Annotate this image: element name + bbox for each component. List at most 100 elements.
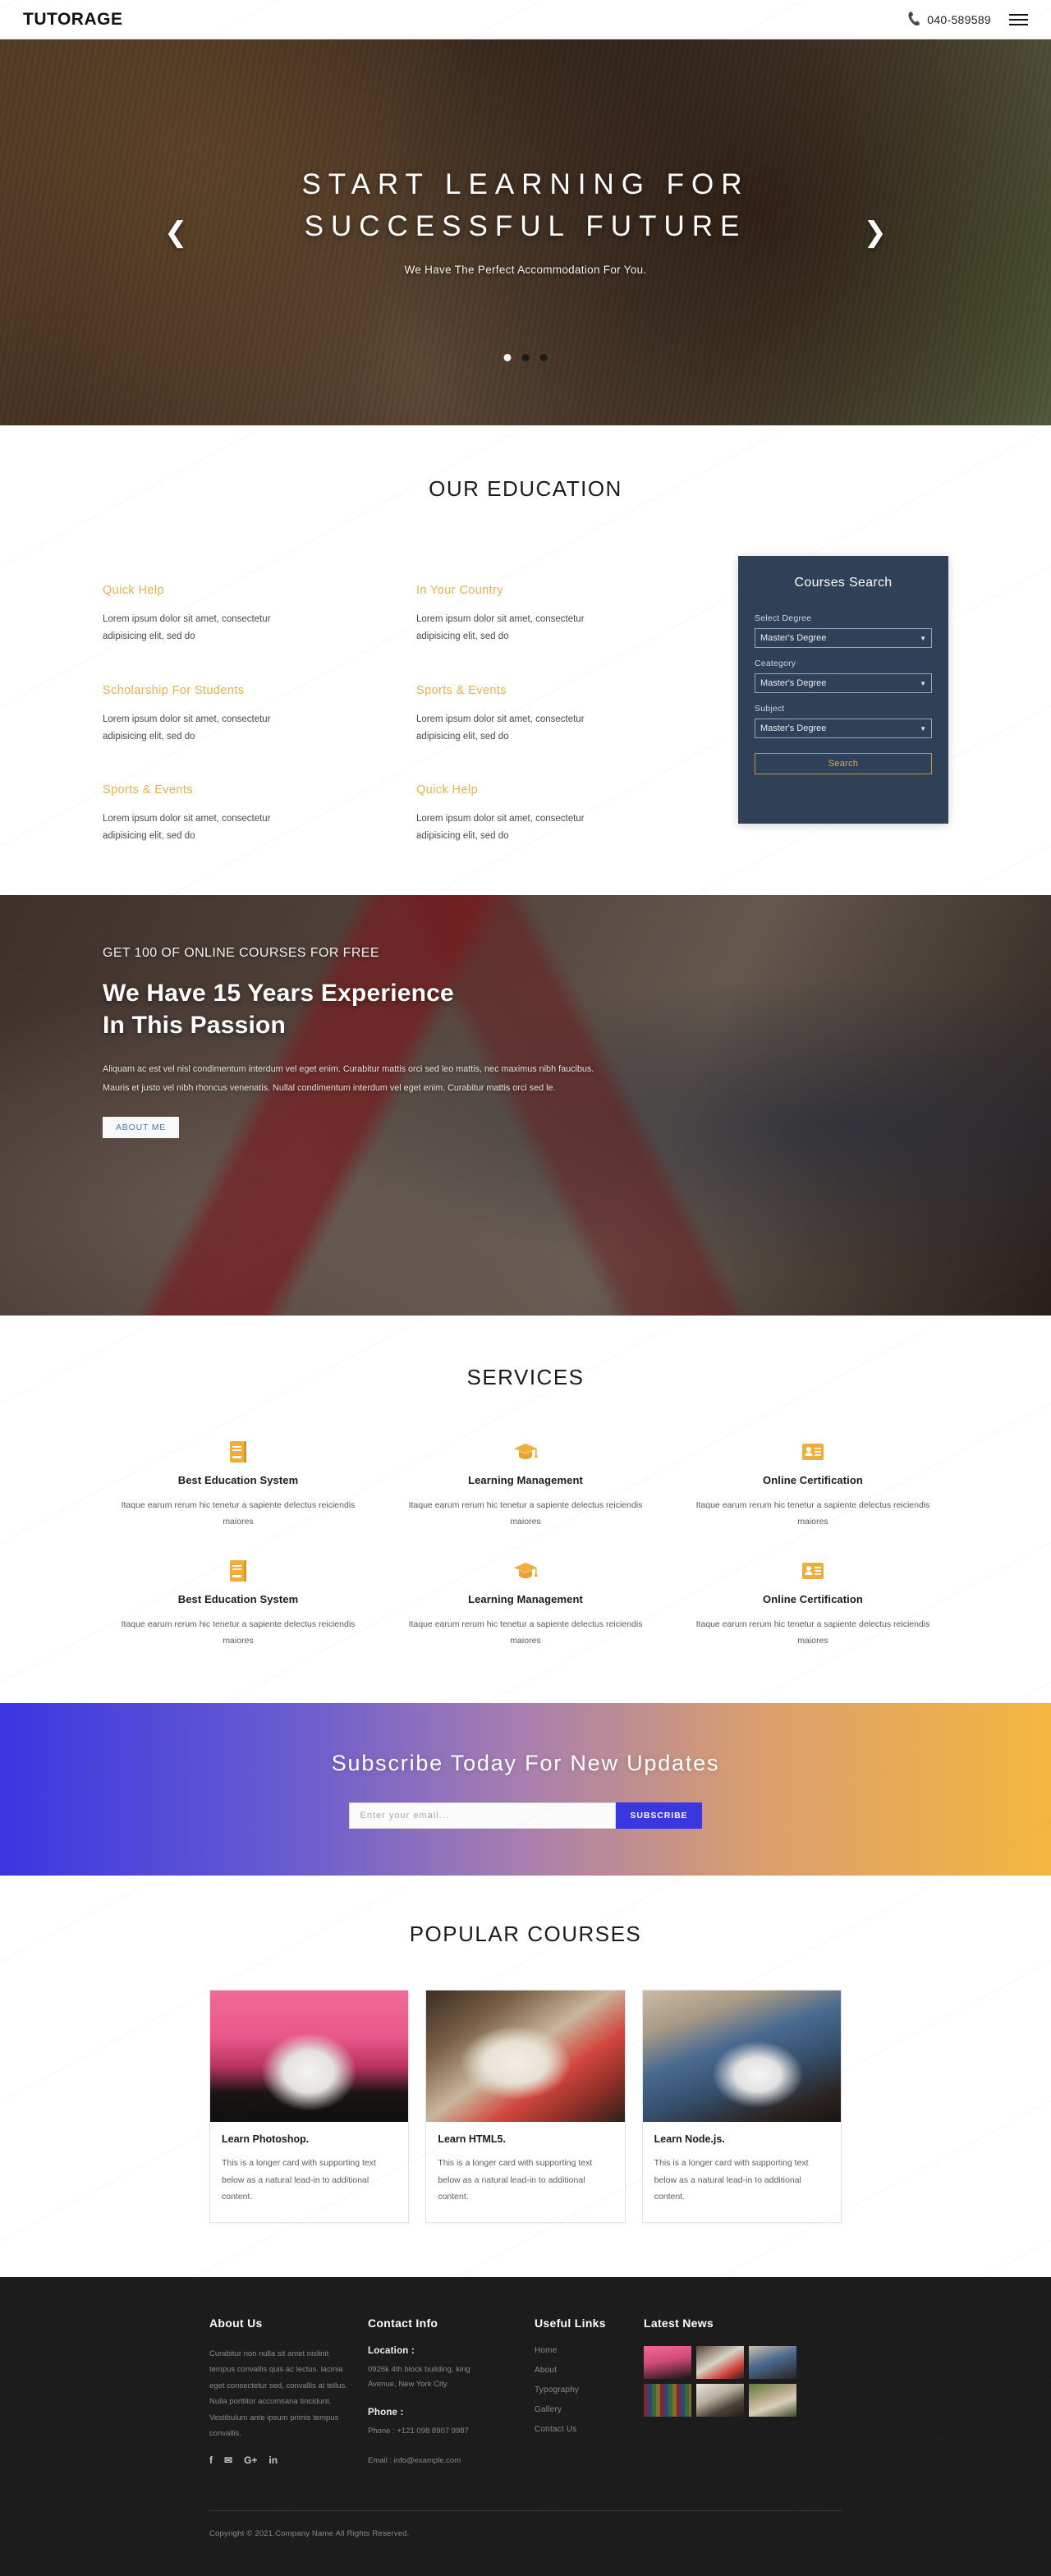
service-card: Best Education System Itaque earum rerum… bbox=[103, 1559, 374, 1650]
hamburger-menu-icon[interactable] bbox=[1009, 11, 1028, 28]
education-feature-heading: Quick Help bbox=[103, 584, 164, 597]
course-thumbnail bbox=[210, 1991, 409, 2123]
news-thumb-5[interactable] bbox=[696, 2383, 744, 2417]
twitter-icon[interactable]: ✉ bbox=[224, 2455, 232, 2465]
news-thumb-4[interactable] bbox=[644, 2383, 691, 2417]
news-thumb-3[interactable] bbox=[749, 2345, 796, 2379]
course-card[interactable]: Learn HTML5. This is a longer card with … bbox=[425, 1990, 626, 2223]
navbar-phone-number: 040-589589 bbox=[927, 12, 991, 26]
hero-prev-icon[interactable]: ❮ bbox=[164, 218, 188, 246]
news-thumb-2[interactable] bbox=[696, 2345, 744, 2379]
category-value: Master's Degree bbox=[760, 678, 827, 688]
service-body: Itaque earum rerum hic tenetur a sapient… bbox=[695, 1499, 930, 1527]
linkedin-icon[interactable]: in bbox=[268, 2455, 278, 2465]
experience-heading-line-1: We Have 15 Years Experience bbox=[103, 979, 454, 1007]
footer-contact-title: Contact Info bbox=[368, 2316, 438, 2330]
education-feature: Scholarship For Students Lorem ipsum dol… bbox=[103, 684, 392, 746]
chevron-down-icon: ▼ bbox=[920, 634, 926, 642]
news-thumb-6[interactable] bbox=[749, 2383, 796, 2417]
footer-about-column: About Us Curabitur non nulla sit amet ni… bbox=[209, 2317, 361, 2484]
course-description: This is a longer card with supporting te… bbox=[438, 2158, 593, 2202]
subscribe-form: SUBSCRIBE bbox=[348, 1802, 703, 1829]
hero-title-line-2: SUCCESSFUL FUTURE bbox=[304, 209, 747, 242]
news-thumb-1[interactable] bbox=[644, 2345, 691, 2379]
footer-links-title: Useful Links bbox=[535, 2316, 606, 2330]
education-feature-body: Lorem ipsum dolor sit amet, consectetur … bbox=[103, 814, 271, 842]
course-card-body: Learn Photoshop. This is a longer card w… bbox=[210, 2122, 408, 2221]
select-degree-value: Master's Degree bbox=[760, 633, 827, 643]
service-heading: Best Education System bbox=[177, 1473, 299, 1486]
experience-kicker: GET 100 OF ONLINE COURSES FOR FREE bbox=[103, 945, 379, 960]
service-card: Learning Management Itaque earum rerum h… bbox=[390, 1440, 661, 1531]
education-content: Quick Help Lorem ipsum dolor sit amet, c… bbox=[103, 556, 948, 846]
education-feature-body: Lorem ipsum dolor sit amet, consectetur … bbox=[416, 814, 585, 842]
hero-dot-3[interactable] bbox=[539, 354, 548, 361]
footer-link-home[interactable]: Home bbox=[535, 2346, 637, 2355]
select-degree-dropdown[interactable]: Master's Degree ▼ bbox=[755, 628, 932, 648]
service-body: Itaque earum rerum hic tenetur a sapient… bbox=[121, 1499, 356, 1527]
about-me-button[interactable]: ABOUT ME bbox=[103, 1116, 180, 1138]
experience-paragraph: Aliquam ac est vel nisl condimentum inte… bbox=[103, 1064, 594, 1093]
education-feature-body: Lorem ipsum dolor sit amet, consectetur … bbox=[103, 614, 271, 642]
education-feature: Sports & Events Lorem ipsum dolor sit am… bbox=[416, 684, 705, 746]
footer-link-contact-us[interactable]: Contact Us bbox=[535, 2425, 637, 2434]
popular-courses-section: POPULAR COURSES Learn Photoshop. This is… bbox=[0, 1876, 1051, 2277]
courses-search-panel: Courses Search Select Degree Master's De… bbox=[738, 556, 948, 824]
footer-location-label: Location : bbox=[368, 2345, 415, 2356]
subscribe-email-input[interactable] bbox=[348, 1802, 616, 1829]
footer-links-column: Useful Links Home About Typography Galle… bbox=[535, 2317, 637, 2484]
book-icon bbox=[226, 1559, 250, 1583]
footer-phone-label: Phone : bbox=[368, 2407, 404, 2418]
category-dropdown[interactable]: Master's Degree ▼ bbox=[755, 673, 932, 693]
services-grid: Best Education System Itaque earum rerum… bbox=[103, 1440, 948, 1650]
education-feature: Quick Help Lorem ipsum dolor sit amet, c… bbox=[103, 584, 392, 646]
hero-pagination-dots bbox=[503, 354, 548, 361]
hero-dot-1[interactable] bbox=[503, 354, 512, 361]
service-body: Itaque earum rerum hic tenetur a sapient… bbox=[695, 1619, 930, 1646]
service-body: Itaque earum rerum hic tenetur a sapient… bbox=[121, 1619, 356, 1646]
facebook-icon[interactable]: f bbox=[209, 2455, 213, 2465]
education-section: OUR EDUCATION Quick Help Lorem ipsum dol… bbox=[0, 425, 1051, 895]
navbar-right-group: 📞 040-589589 bbox=[906, 11, 1028, 28]
google-plus-icon[interactable]: G+ bbox=[244, 2455, 257, 2465]
id-card-icon bbox=[801, 1559, 825, 1583]
course-thumbnail bbox=[642, 1991, 841, 2123]
popular-courses-grid: Learn Photoshop. This is a longer card w… bbox=[209, 1990, 842, 2223]
hero-title: START LEARNING FOR SUCCESSFUL FUTURE bbox=[301, 164, 749, 248]
education-feature: In Your Country Lorem ipsum dolor sit am… bbox=[416, 584, 705, 646]
graduation-cap-icon bbox=[513, 1559, 538, 1583]
footer-contact-column: Contact Info Location : 0926k 4th block … bbox=[368, 2317, 528, 2484]
footer-link-about[interactable]: About bbox=[535, 2366, 637, 2375]
service-heading: Online Certification bbox=[763, 1592, 863, 1605]
footer-link-gallery[interactable]: Gallery bbox=[535, 2405, 637, 2414]
footer-about-text: Curabitur non nulla sit amet nislinit te… bbox=[209, 2349, 347, 2439]
footer-location-value: 0926k 4th block building, king Avenue, N… bbox=[368, 2364, 470, 2390]
subject-dropdown[interactable]: Master's Degree ▼ bbox=[755, 719, 932, 738]
hero-dot-2[interactable] bbox=[521, 354, 530, 361]
service-card: Best Education System Itaque earum rerum… bbox=[103, 1440, 374, 1531]
course-card-body: Learn Node.js. This is a longer card wit… bbox=[643, 2122, 841, 2221]
services-section-title: SERVICES bbox=[466, 1364, 585, 1389]
subscribe-button[interactable]: SUBSCRIBE bbox=[615, 1802, 703, 1829]
education-feature-heading: Sports & Events bbox=[416, 683, 507, 697]
hero-next-icon[interactable]: ❯ bbox=[864, 218, 888, 246]
course-title: Learn Node.js. bbox=[654, 2133, 725, 2146]
footer-link-typography[interactable]: Typography bbox=[535, 2385, 637, 2395]
service-card: Online Certification Itaque earum rerum … bbox=[677, 1559, 948, 1650]
service-heading: Learning Management bbox=[468, 1473, 583, 1486]
education-feature-body: Lorem ipsum dolor sit amet, consectetur … bbox=[416, 614, 585, 642]
education-feature-grid: Quick Help Lorem ipsum dolor sit amet, c… bbox=[103, 556, 738, 846]
site-logo[interactable]: TUTORAGE bbox=[23, 10, 122, 30]
course-card[interactable]: Learn Node.js. This is a longer card wit… bbox=[641, 1990, 842, 2223]
experience-heading-line-2: In This Passion bbox=[103, 1012, 287, 1040]
course-card[interactable]: Learn Photoshop. This is a longer card w… bbox=[209, 1990, 410, 2223]
hero-content: START LEARNING FOR SUCCESSFUL FUTURE We … bbox=[0, 39, 1051, 425]
course-description: This is a longer card with supporting te… bbox=[654, 2158, 809, 2202]
courses-search-button[interactable]: Search bbox=[755, 753, 932, 774]
hero-slider: ❮ ❯ START LEARNING FOR SUCCESSFUL FUTURE… bbox=[0, 39, 1051, 425]
experience-content: GET 100 OF ONLINE COURSES FOR FREE We Ha… bbox=[103, 895, 948, 1138]
copyright-text: Copyright © 2021.Company Name All Rights… bbox=[209, 2528, 410, 2538]
top-navbar: TUTORAGE 📞 040-589589 bbox=[0, 0, 1051, 39]
course-title: Learn HTML5. bbox=[438, 2133, 506, 2146]
navbar-phone[interactable]: 📞 040-589589 bbox=[906, 11, 991, 27]
